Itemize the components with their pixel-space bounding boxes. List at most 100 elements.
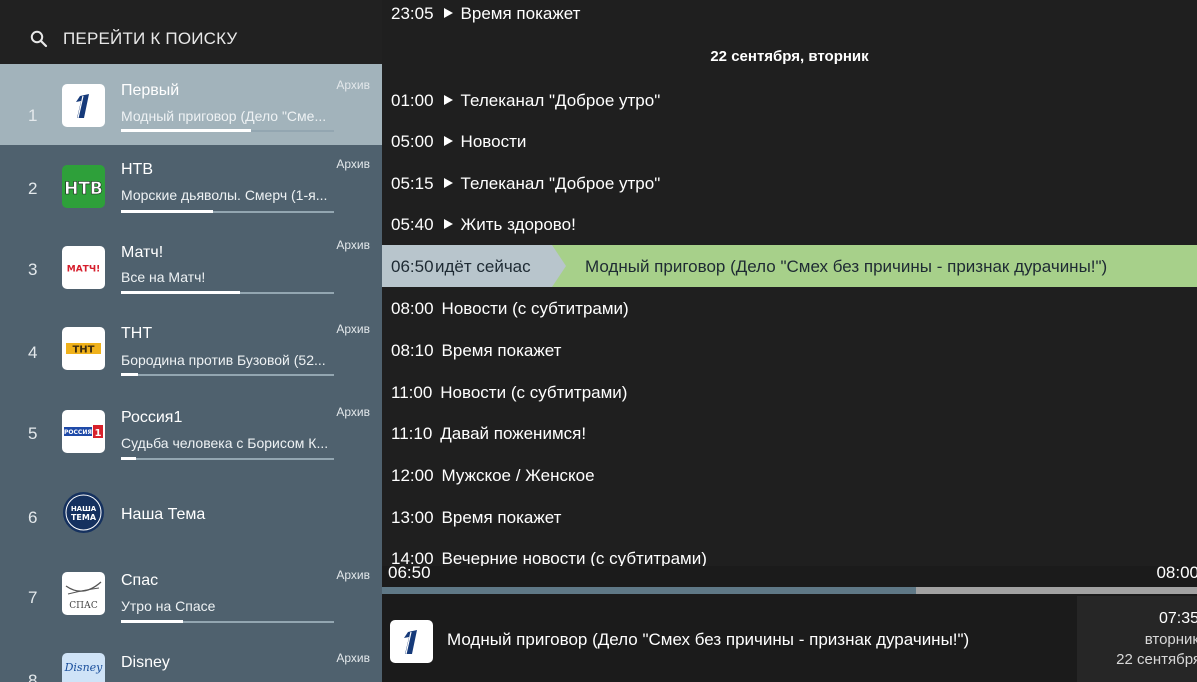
program-time: 01:00 [391,91,434,110]
search-icon [30,30,48,48]
program-end-time: 08:00 [1156,566,1197,582]
channel-name: Наша Тема [121,506,206,523]
svg-text:СПАС: СПАС [69,601,98,611]
nasha-tema-logo: НАША ТЕМА [62,491,105,534]
current-arrow [552,245,566,287]
schedule-row[interactable]: 13:00 Время покажет [391,508,561,528]
channel-name: Россия1 [121,409,183,426]
program-title: Давай поженимся! [440,424,587,443]
channel-program: Бородина против Бузовой (52... [121,352,326,368]
channel-name: Disney [121,654,170,671]
channel-one-logo [390,620,433,663]
program-title: Время покажет [441,341,562,360]
archive-badge: Архив [336,651,370,665]
schedule-row[interactable]: 14:00 Вечерние новости (с субтитрами) [391,549,707,566]
program-time: 05:15 [391,174,434,193]
schedule-row[interactable]: 05:15 Телеканал "Доброе утро" [391,174,660,194]
channel-item-ntv[interactable]: 2 НТВ НТВ Архив Морские дьяволы. Смерч (… [0,145,382,226]
schedule-row[interactable]: 23:05 Время покажет [391,4,580,24]
channel-name: Первый [121,82,180,99]
channel-item-tnt[interactable]: 4 ТНТ ТНТ Архив Бородина против Бузовой … [0,307,382,388]
channel-program: Морские дьяволы. Смерч (1-я... [121,187,328,203]
playback-progress-fill [382,587,916,594]
play-icon [443,8,453,18]
channel-item-match[interactable]: 3 МАТЧ! Матч! Архив Все на Матч! [0,226,382,307]
archive-badge: Архив [336,322,370,336]
clock-day: вторник [1144,631,1197,648]
program-title: Время покажет [460,4,581,23]
now-playing-label: идёт сейчас [435,257,531,276]
channel-sidebar: ПЕРЕЙТИ К ПОИСКУ 1 Первый Архив Модный п… [0,0,382,682]
ntv-logo: НТВ [62,165,105,208]
schedule-row[interactable]: 08:00 Новости (с субтитрами) [391,299,629,319]
channel-progress-track [121,620,334,623]
program-time: 13:00 [391,508,434,527]
channel-progress-fill [121,291,241,294]
archive-badge: Архив [336,238,370,252]
channel-number: 3 [28,260,38,279]
playback-progress-track[interactable] [382,587,1197,594]
channel-item-disney[interactable]: 8 Disney Disney Архив [0,631,382,682]
channel-progress-track [121,129,334,132]
svg-text:НТВ: НТВ [64,179,103,199]
channel-item-pervyi[interactable]: 1 Первый Архив Модный приговор (Дело "См… [0,64,382,145]
channel-progress-track [121,373,334,376]
play-icon [443,178,453,188]
svg-text:ТНТ: ТНТ [72,345,94,356]
program-title: Модный приговор (Дело "Смех без причины … [585,257,1108,276]
channel-one-logo [62,84,105,127]
program-title: Время покажет [441,508,562,527]
channel-progress-fill [121,620,183,623]
channel-program: Модный приговор (Дело "Сме... [121,108,327,124]
svg-text:НАША: НАША [71,505,97,513]
program-title: Вечерние новости (с субтитрами) [441,549,707,566]
program-title: Новости (с субтитрами) [441,299,629,318]
schedule-row[interactable]: 05:00 Новости [391,132,526,152]
channel-number: 8 [28,671,38,682]
archive-badge: Архив [336,405,370,419]
schedule-row[interactable]: 01:00 Телеканал "Доброе утро" [391,91,660,111]
disney-logo: Disney [62,653,105,682]
russia1-logo: РОССИЯ 1 [62,410,105,453]
channel-progress-fill [121,457,136,460]
clock-date: 22 сентября [1116,651,1197,668]
channel-number: 7 [28,588,38,607]
channel-item-russia1[interactable]: 5 РОССИЯ 1 Россия1 Архив Судьба человека… [0,388,382,469]
schedule-row[interactable]: 11:10 Давай поженимся! [391,424,586,444]
search-button[interactable]: ПЕРЕЙТИ К ПОИСКУ [0,0,382,64]
svg-text:РОССИЯ: РОССИЯ [64,429,92,436]
channel-program: Все на Матч! [121,269,206,285]
program-time: 11:10 [391,424,433,443]
program-time: 05:00 [391,132,434,151]
program-title: Жить здорово! [460,215,576,234]
channel-progress-track [121,210,334,213]
schedule-row[interactable]: 08:10 Время покажет [391,341,561,361]
schedule-row[interactable]: 11:00 Новости (с субтитрами) [391,383,627,403]
channel-number: 1 [28,106,38,125]
channel-name: НТВ [121,161,153,178]
play-icon [443,219,453,229]
play-icon [443,95,453,105]
schedule-row[interactable]: 12:00 Мужское / Женское [391,466,595,486]
channel-progress-fill [121,129,251,132]
svg-text:1: 1 [95,428,102,439]
program-title: Телеканал "Доброе утро" [460,91,661,110]
channel-number: 2 [28,179,38,198]
play-icon [443,136,453,146]
channel-number: 5 [28,424,38,443]
tnt-logo: ТНТ [62,327,105,370]
program-title: Новости [460,132,527,151]
now-playing-panel: 06:50 08:00 Модный приговор (Дело "Смех … [382,566,1197,682]
program-time: 08:00 [391,299,434,318]
channel-item-nasha-tema[interactable]: 6 НАША ТЕМА Наша Тема [0,469,382,550]
schedule-row[interactable]: 05:40 Жить здорово! [391,215,576,235]
channel-item-spas[interactable]: 7 СПАС Спас Архив Утро на Спасе [0,550,382,631]
program-time: 08:10 [391,341,434,360]
channel-progress-track [121,457,334,460]
program-time: 05:40 [391,215,434,234]
channel-name: ТНТ [121,325,153,342]
current-program-row[interactable]: 06:50 идёт сейчас Модный приговор (Дело … [382,245,1197,287]
archive-badge: Архив [336,568,370,582]
channel-program: Утро на Спасе [121,598,216,614]
clock: 07:35 вторник 22 сентября [1077,596,1197,682]
